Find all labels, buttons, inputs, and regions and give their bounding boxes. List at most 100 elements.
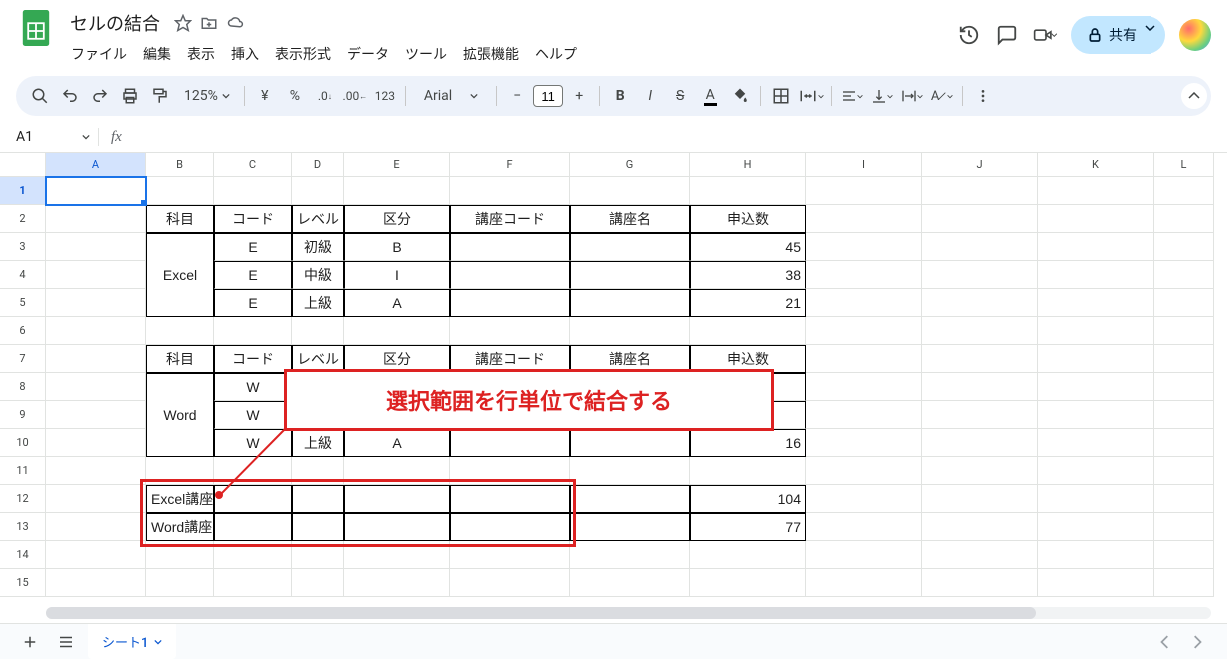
cell-E6[interactable]: [344, 317, 450, 345]
cell-J3[interactable]: [922, 233, 1038, 261]
row-header-6[interactable]: 6: [0, 317, 46, 345]
cell-J4[interactable]: [922, 261, 1038, 289]
cell-D10[interactable]: 上級: [292, 429, 344, 457]
cell-K12[interactable]: [1038, 485, 1154, 513]
cell-K10[interactable]: [1038, 429, 1154, 457]
cell-G2[interactable]: 講座名: [570, 205, 690, 233]
fill-color-button[interactable]: [726, 82, 754, 110]
cell-H11[interactable]: [690, 457, 806, 485]
rotate-button[interactable]: A: [928, 82, 956, 110]
add-sheet-button[interactable]: [16, 628, 44, 656]
more-formats-button[interactable]: 123: [371, 82, 399, 110]
cell-L6[interactable]: [1154, 317, 1214, 345]
cell-H4[interactable]: 38: [690, 261, 806, 289]
cell-I8[interactable]: [806, 373, 922, 401]
cell-G10[interactable]: [570, 429, 690, 457]
col-header-I[interactable]: I: [806, 153, 922, 177]
cell-J15[interactable]: [922, 569, 1038, 597]
cell-E10[interactable]: A: [344, 429, 450, 457]
cell-I6[interactable]: [806, 317, 922, 345]
valign-button[interactable]: [868, 82, 896, 110]
cell-H6[interactable]: [690, 317, 806, 345]
menu-tools[interactable]: ツール: [398, 40, 454, 68]
row-header-13[interactable]: 13: [0, 513, 46, 541]
cell-J5[interactable]: [922, 289, 1038, 317]
horizontal-scrollbar[interactable]: [46, 607, 1211, 619]
cell-G14[interactable]: [570, 541, 690, 569]
cell-G1[interactable]: [570, 177, 690, 205]
cell-A12[interactable]: [46, 485, 146, 513]
cell-B11[interactable]: [146, 457, 214, 485]
cell-E1[interactable]: [344, 177, 450, 205]
cell-J9[interactable]: [922, 401, 1038, 429]
cell-F1[interactable]: [450, 177, 570, 205]
italic-button[interactable]: I: [636, 82, 664, 110]
cell-A6[interactable]: [46, 317, 146, 345]
cell-H14[interactable]: [690, 541, 806, 569]
col-header-J[interactable]: J: [922, 153, 1038, 177]
cell-E5[interactable]: A: [344, 289, 450, 317]
cell-G3[interactable]: [570, 233, 690, 261]
meet-icon[interactable]: [1033, 23, 1057, 47]
font-select[interactable]: Arial: [412, 82, 490, 110]
cell-D3[interactable]: 初級: [292, 233, 344, 261]
menu-format[interactable]: 表示形式: [268, 40, 338, 68]
cell-C14[interactable]: [214, 541, 292, 569]
sheet-tab[interactable]: シート1: [88, 624, 176, 659]
cell-A3[interactable]: [46, 233, 146, 261]
cell-F13[interactable]: [450, 513, 570, 541]
cell-F12[interactable]: [450, 485, 570, 513]
cell-B15[interactable]: [146, 569, 214, 597]
cell-E4[interactable]: I: [344, 261, 450, 289]
cell-G6[interactable]: [570, 317, 690, 345]
cell-K8[interactable]: [1038, 373, 1154, 401]
cell-J14[interactable]: [922, 541, 1038, 569]
name-box[interactable]: A1: [8, 126, 98, 148]
row-header-3[interactable]: 3: [0, 233, 46, 261]
doc-title[interactable]: セルの結合: [64, 8, 166, 38]
cell-B12[interactable]: Excel講座 申込者数合計: [146, 485, 214, 513]
cell-K11[interactable]: [1038, 457, 1154, 485]
scroll-left-icon[interactable]: [1151, 628, 1179, 656]
cell-K5[interactable]: [1038, 289, 1154, 317]
cell-D4[interactable]: 中級: [292, 261, 344, 289]
cell-C3[interactable]: E: [214, 233, 292, 261]
row-header-14[interactable]: 14: [0, 541, 46, 569]
cell-F5[interactable]: [450, 289, 570, 317]
cell-J2[interactable]: [922, 205, 1038, 233]
sheets-logo[interactable]: [16, 8, 56, 48]
cell-I10[interactable]: [806, 429, 922, 457]
cell-G4[interactable]: [570, 261, 690, 289]
decrease-font-icon[interactable]: −: [503, 82, 531, 110]
undo-icon[interactable]: [56, 82, 84, 110]
menu-help[interactable]: ヘルプ: [528, 40, 584, 68]
row-header-8[interactable]: 8: [0, 373, 46, 401]
cell-C7[interactable]: コード: [214, 345, 292, 373]
cell-B1[interactable]: [146, 177, 214, 205]
cell-K7[interactable]: [1038, 345, 1154, 373]
cell-F15[interactable]: [450, 569, 570, 597]
cloud-icon[interactable]: [226, 14, 246, 32]
cell-D6[interactable]: [292, 317, 344, 345]
cell-K1[interactable]: [1038, 177, 1154, 205]
cell-L4[interactable]: [1154, 261, 1214, 289]
cell-D12[interactable]: [292, 485, 344, 513]
redo-icon[interactable]: [86, 82, 114, 110]
cell-K14[interactable]: [1038, 541, 1154, 569]
cell-F3[interactable]: [450, 233, 570, 261]
col-header-F[interactable]: F: [450, 153, 570, 177]
cell-B6[interactable]: [146, 317, 214, 345]
cell-G15[interactable]: [570, 569, 690, 597]
cell-L11[interactable]: [1154, 457, 1214, 485]
cell-A10[interactable]: [46, 429, 146, 457]
menu-insert[interactable]: 挿入: [224, 40, 266, 68]
cell-C8[interactable]: W: [214, 373, 292, 401]
scroll-right-icon[interactable]: [1183, 628, 1211, 656]
cell-I7[interactable]: [806, 345, 922, 373]
col-header-G[interactable]: G: [570, 153, 690, 177]
print-icon[interactable]: [116, 82, 144, 110]
cell-J8[interactable]: [922, 373, 1038, 401]
cell-H12[interactable]: 104: [690, 485, 806, 513]
cell-C2[interactable]: コード: [214, 205, 292, 233]
cell-B13[interactable]: Word講座 申込者数合計: [146, 513, 214, 541]
